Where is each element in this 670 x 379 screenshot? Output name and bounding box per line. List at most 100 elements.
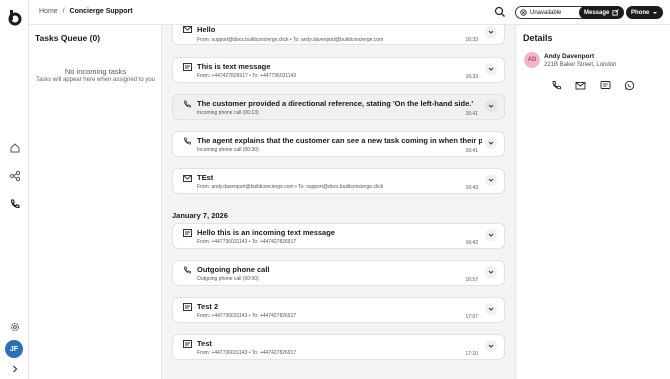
sms-icon <box>183 63 192 71</box>
card-title: TEst <box>197 173 214 182</box>
contact-address: 221B Baker Street, London <box>544 62 617 68</box>
card-time: 16:42 <box>465 240 478 246</box>
card-meta: From: andy.davenport@buildconcierge.com … <box>197 184 384 190</box>
queue-empty-subtitle: Tasks will appear here when assigned to … <box>35 77 156 83</box>
card-time: 17:10 <box>465 351 478 357</box>
expand-card-button[interactable] <box>485 340 497 352</box>
chevron-down-icon <box>488 307 494 311</box>
card-title: Test <box>197 339 212 348</box>
card-time: 16:33 <box>465 74 478 80</box>
chevron-down-icon <box>488 141 494 145</box>
conversation-feed: Hello From: support@docs.buildconcierge.… <box>162 25 515 379</box>
feed-card[interactable]: Hello From: support@docs.buildconcierge.… <box>172 25 505 45</box>
expand-card-button[interactable] <box>485 63 497 75</box>
feed-card[interactable]: Test From: +447736031143 • To: +44742782… <box>172 334 505 360</box>
card-time: 17:07 <box>465 314 478 320</box>
user-avatar[interactable]: JF <box>5 340 23 358</box>
card-title: Hello this is an incoming text message <box>197 228 335 237</box>
expand-card-button[interactable] <box>485 303 497 315</box>
phone-button-label: Phone <box>631 9 650 16</box>
card-title: The agent explains that the customer can… <box>197 136 482 145</box>
call-icon[interactable] <box>551 80 562 91</box>
chevron-down-icon <box>488 104 494 108</box>
chevron-down-icon <box>488 30 494 34</box>
sms-icon <box>183 340 192 348</box>
card-title: Hello <box>197 25 216 34</box>
card-title: The customer provided a directional refe… <box>197 99 474 108</box>
unavailable-status-icon <box>520 9 527 16</box>
feed-card[interactable]: Outgoing phone call Outgoing phone call … <box>172 260 505 286</box>
breadcrumb-current: Concierge Support <box>69 8 133 15</box>
contact-name[interactable]: Andy Davenport <box>544 53 594 60</box>
card-meta: From: +447736031143 • To: +447427826917 <box>197 350 297 356</box>
date-separator: January 7, 2026 <box>172 211 228 220</box>
feed-card[interactable]: TEst From: andy.davenport@buildconcierge… <box>172 168 505 194</box>
sms-icon <box>183 229 192 237</box>
phone-icon <box>184 266 191 274</box>
expand-card-button[interactable] <box>485 229 497 241</box>
tasks-queue-title: Tasks Queue (0) <box>35 33 101 43</box>
details-title: Details <box>523 33 553 43</box>
card-time: 16:57 <box>465 277 478 283</box>
phone-icon <box>184 137 191 145</box>
feed-card[interactable]: This is text message From: +447427826917… <box>172 57 505 83</box>
message-button[interactable]: Message <box>579 6 625 19</box>
availability-label: Unavailable <box>530 9 562 16</box>
email-action-icon[interactable] <box>575 80 586 91</box>
feed-card[interactable]: The agent explains that the customer can… <box>172 131 505 157</box>
breadcrumb-separator: / <box>62 8 65 15</box>
expand-card-button[interactable] <box>485 100 497 112</box>
compose-icon <box>612 9 620 16</box>
card-meta: Incoming phone call (00:13) <box>197 110 259 116</box>
expand-card-button[interactable] <box>485 266 497 278</box>
card-meta: From: support@docs.buildconcierge.click … <box>197 37 384 43</box>
sms-action-icon[interactable] <box>600 80 611 91</box>
settings-icon[interactable] <box>8 320 21 333</box>
expand-card-button[interactable] <box>485 174 497 186</box>
chevron-down-icon <box>488 233 494 237</box>
chevron-down-icon <box>488 344 494 348</box>
home-icon[interactable] <box>8 141 21 154</box>
expand-card-button[interactable] <box>485 137 497 149</box>
left-rail: JF <box>0 0 29 379</box>
card-meta: From: +447736031143 • To: +447427826917 <box>197 239 297 245</box>
app-logo-icon[interactable] <box>7 9 22 26</box>
search-icon[interactable] <box>494 6 506 18</box>
details-panel: Details AD Andy Davenport 221B Baker Str… <box>515 25 670 379</box>
message-button-label: Message <box>584 9 610 16</box>
chevron-down-icon <box>653 11 658 14</box>
chevron-down-icon <box>488 178 494 182</box>
email-icon <box>183 175 192 182</box>
expand-card-button[interactable] <box>485 26 497 38</box>
workflow-icon[interactable] <box>8 169 21 182</box>
card-time: 16:33 <box>465 37 478 43</box>
card-time: 16:41 <box>465 148 478 154</box>
whatsapp-icon[interactable] <box>624 80 635 91</box>
contact-avatar: AD <box>524 52 540 68</box>
card-title: Test 2 <box>197 302 219 311</box>
tasks-queue-panel: Tasks Queue (0) No incoming tasks Tasks … <box>29 25 162 379</box>
feed-card[interactable]: Test 2 From: +447736031143 • To: +447427… <box>172 297 505 323</box>
card-meta: Incoming phone call (00:30) <box>197 147 259 153</box>
feed-card[interactable]: Hello this is an incoming text message F… <box>172 223 505 249</box>
breadcrumb: Home / Concierge Support <box>39 8 133 15</box>
chevron-down-icon <box>488 270 494 274</box>
card-time: 16:43 <box>465 185 478 191</box>
card-meta: Outgoing phone call (00:00) <box>197 276 259 282</box>
breadcrumb-home[interactable]: Home <box>39 8 58 15</box>
feed-card[interactable]: The customer provided a directional refe… <box>172 94 505 120</box>
queue-empty-title: No incoming tasks <box>64 67 127 76</box>
card-title: This is text message <box>197 62 271 71</box>
email-icon <box>183 26 192 33</box>
phone-button[interactable]: Phone <box>626 6 664 19</box>
sms-icon <box>183 303 192 311</box>
card-title: Outgoing phone call <box>197 265 270 274</box>
chevron-down-icon <box>488 67 494 71</box>
expand-chevron-icon[interactable] <box>8 362 21 375</box>
card-time: 16:41 <box>465 111 478 117</box>
card-meta: From: +447736031143 • To: +447427826917 <box>197 313 297 319</box>
phone-nav-icon[interactable] <box>8 197 21 210</box>
top-bar: Home / Concierge Support Unavailable Mes… <box>29 0 670 25</box>
phone-icon <box>184 100 191 108</box>
card-meta: From: +447427826917 • To: +447736031143 <box>197 73 297 79</box>
